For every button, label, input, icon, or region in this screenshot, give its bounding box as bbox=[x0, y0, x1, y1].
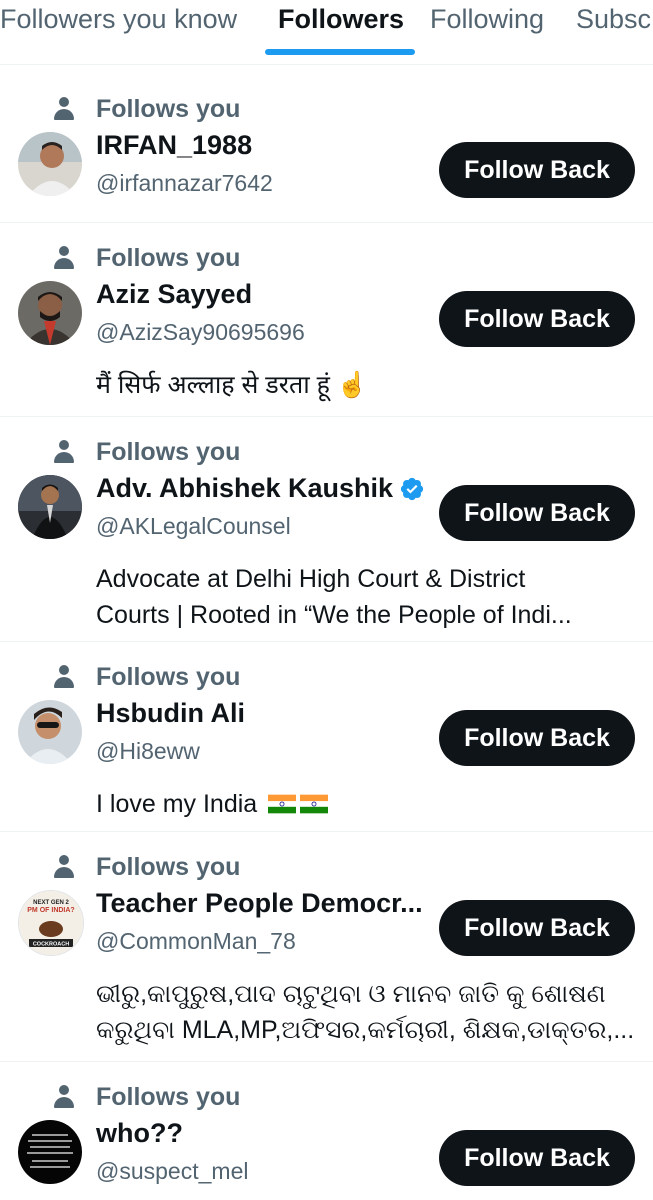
follows-you-label: Follows you bbox=[96, 243, 241, 272]
user-name[interactable]: Adv. Abhishek Kaushik bbox=[96, 473, 425, 504]
person-icon bbox=[50, 853, 78, 881]
person-icon bbox=[50, 244, 78, 272]
user-name[interactable]: Teacher People Democr... bbox=[96, 888, 423, 919]
user-name[interactable]: IRFAN_1988 bbox=[96, 130, 252, 161]
follower-row[interactable]: Follows you who?? @suspect_mel Follow Ba… bbox=[0, 1062, 653, 1200]
user-name[interactable]: Hsbudin Ali bbox=[96, 698, 245, 729]
user-bio: Advocate at Delhi High Court & District … bbox=[96, 565, 572, 629]
follower-row[interactable]: Follows you Aziz Sayyed @AzizSay90695696… bbox=[0, 223, 653, 417]
user-handle[interactable]: @AKLegalCounsel bbox=[96, 513, 291, 540]
avatar-text: NEXT GEN 2 bbox=[33, 900, 69, 906]
follows-you-line: Follows you bbox=[50, 850, 240, 884]
user-name[interactable]: who?? bbox=[96, 1118, 183, 1149]
tab-followers-you-know[interactable]: Followers you know bbox=[0, 4, 237, 35]
pointing-up-emoji-icon: ☝️ bbox=[336, 371, 368, 399]
avatar[interactable] bbox=[18, 700, 82, 764]
user-handle[interactable]: @Hi8eww bbox=[96, 738, 200, 765]
person-icon bbox=[50, 663, 78, 691]
follows-you-label: Follows you bbox=[96, 437, 241, 466]
user-bio: मैं सिर्फ अल्लाह से डरता हूं ☝️ bbox=[96, 371, 368, 399]
follows-you-label: Follows you bbox=[96, 662, 241, 691]
verified-badge-icon bbox=[400, 477, 424, 500]
person-icon bbox=[50, 1083, 78, 1111]
follow-back-button[interactable]: Follow Back bbox=[439, 291, 635, 347]
follow-back-button[interactable]: Follow Back bbox=[439, 710, 635, 766]
follows-you-label: Follows you bbox=[96, 94, 241, 123]
user-handle[interactable]: @CommonMan_78 bbox=[96, 928, 296, 955]
person-icon bbox=[50, 95, 78, 123]
avatar-text: COCKROACH bbox=[33, 942, 69, 948]
tab-subscriptions[interactable]: Subsc bbox=[576, 4, 651, 35]
person-icon bbox=[50, 438, 78, 466]
india-flag-icon bbox=[268, 794, 297, 814]
avatar[interactable] bbox=[18, 1120, 82, 1184]
avatar-text: PM OF INDIA? bbox=[27, 907, 74, 914]
user-name[interactable]: Aziz Sayyed bbox=[96, 279, 252, 310]
follower-row[interactable]: Follows you NEXT GEN 2 PM OF INDIA? COCK… bbox=[0, 832, 653, 1062]
follow-back-button[interactable]: Follow Back bbox=[439, 900, 635, 956]
user-handle[interactable]: @AzizSay90695696 bbox=[96, 319, 305, 346]
user-handle[interactable]: @suspect_mel bbox=[96, 1158, 248, 1185]
follower-row[interactable]: Follows you IRFAN_1988 @irfannazar7642 F… bbox=[0, 74, 653, 223]
follows-you-line: Follows you bbox=[50, 1080, 240, 1114]
follow-back-button[interactable]: Follow Back bbox=[439, 485, 635, 541]
follows-you-line: Follows you bbox=[50, 241, 240, 275]
follows-you-line: Follows you bbox=[50, 435, 240, 469]
follower-row[interactable]: Follows you Hsbudin Ali @Hi8eww Follow B… bbox=[0, 642, 653, 832]
avatar[interactable] bbox=[18, 281, 82, 345]
follow-back-button[interactable]: Follow Back bbox=[439, 1130, 635, 1186]
follows-you-label: Follows you bbox=[96, 1082, 241, 1111]
tab-bar: Followers you know Followers Following S… bbox=[0, 0, 653, 65]
user-handle[interactable]: @irfannazar7642 bbox=[96, 170, 273, 197]
follows-you-line: Follows you bbox=[50, 92, 240, 126]
tab-followers[interactable]: Followers bbox=[278, 4, 404, 35]
india-flag-icon bbox=[300, 794, 329, 814]
avatar[interactable] bbox=[18, 475, 82, 539]
follows-you-line: Follows you bbox=[50, 660, 240, 694]
follow-back-button[interactable]: Follow Back bbox=[439, 142, 635, 198]
user-bio: ଭୀରୁ,କାପୁରୁଷ,ପାଦ ଚାଟୁଥିବା ଓ ମାନବ ଜାତି କୁ… bbox=[96, 980, 635, 1044]
follower-row[interactable]: Follows you Adv. Abhishek Kaushik @AKLeg… bbox=[0, 417, 653, 642]
avatar[interactable] bbox=[18, 132, 82, 196]
user-bio: I love my India bbox=[96, 786, 636, 822]
avatar[interactable]: NEXT GEN 2 PM OF INDIA? COCKROACH bbox=[18, 890, 84, 956]
follows-you-label: Follows you bbox=[96, 852, 241, 881]
active-tab-indicator bbox=[265, 49, 415, 55]
tab-following[interactable]: Following bbox=[430, 4, 544, 35]
